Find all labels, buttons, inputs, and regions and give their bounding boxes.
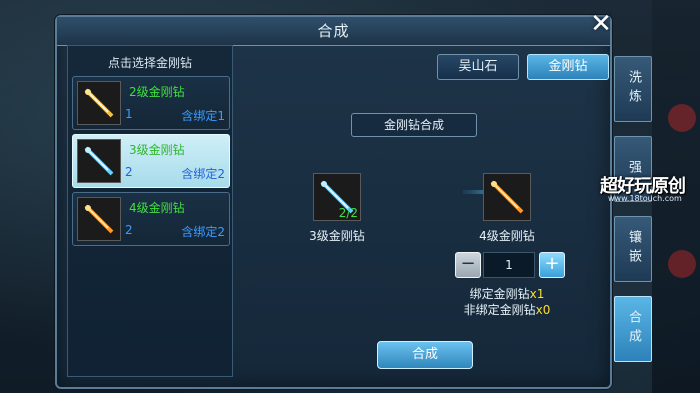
list-item-level4[interactable]: 4级金刚钻 2 含绑定2: [72, 192, 230, 246]
drill-list: 点击选择金刚钻 2级金刚钻 1 含绑定1 3级金刚钻 2 含绑定2 4级金刚钻 …: [67, 45, 233, 377]
target-item-slot[interactable]: [483, 173, 531, 221]
panel-header: 合成 ✕: [57, 11, 612, 46]
list-item-level3[interactable]: 3级金刚钻 2 含绑定2: [72, 134, 230, 188]
item-bound: 含绑定2: [181, 167, 225, 181]
side-tab-hecheng[interactable]: 合成: [614, 296, 652, 362]
item-bound: 含绑定2: [181, 225, 225, 239]
bound-label: 绑定金刚钻: [469, 287, 530, 301]
tab-jingangzuan[interactable]: 金刚钻: [527, 54, 609, 80]
item-count: 2: [125, 223, 133, 237]
bound-info: 绑定金刚钻x1: [437, 285, 577, 302]
game-scene: 洗炼 强 镶嵌 合成 合成 ✕ 点击选择金刚钻 2级金刚钻 1 含绑定1 3级金…: [0, 0, 700, 393]
item-bound: 含绑定1: [181, 109, 225, 123]
side-tab-label: 洗炼: [626, 70, 641, 108]
close-icon[interactable]: ✕: [588, 11, 614, 37]
unbound-label: 非绑定金刚钻: [463, 303, 536, 317]
bound-qty: x1: [529, 287, 545, 301]
list-item-level2[interactable]: 2级金刚钻 1 含绑定1: [72, 76, 230, 130]
drill-icon-orange: [77, 197, 121, 241]
tab-wushanshi[interactable]: 吴山石: [437, 54, 519, 80]
watermark-url: www.18touch.com: [608, 194, 682, 203]
source-count: 2/2: [338, 206, 358, 220]
compose-content: 吴山石 金刚钻 金刚钻合成 2/2 3级金刚钻 4级金刚钻 − 1 + 绑定金刚…: [237, 45, 609, 375]
item-count: 2: [125, 165, 133, 179]
side-tab-xiangqian[interactable]: 镶嵌: [614, 216, 652, 282]
unbound-info: 非绑定金刚钻x0: [437, 301, 577, 318]
plus-icon[interactable]: [668, 104, 696, 132]
minus-icon[interactable]: −: [455, 252, 481, 278]
source-item-slot[interactable]: 2/2: [313, 173, 361, 221]
list-heading: 点击选择金刚钻: [107, 56, 192, 70]
item-count: 1: [125, 107, 133, 121]
drill-icon-gold: [77, 81, 121, 125]
side-tab-label: 合成: [626, 310, 641, 348]
quantity-input[interactable]: 1: [483, 252, 535, 278]
plus-icon[interactable]: [668, 250, 696, 278]
side-tab-xilian[interactable]: 洗炼: [614, 56, 652, 122]
drill-icon-blue: [77, 139, 121, 183]
unbound-qty: x0: [535, 303, 551, 317]
plus-icon[interactable]: +: [539, 252, 565, 278]
section-title: 金刚钻合成: [351, 113, 477, 137]
panel-title: 合成: [317, 22, 350, 40]
item-name: 4级金刚钻: [129, 201, 185, 215]
drill-icon-orange: [490, 180, 524, 214]
item-name: 2级金刚钻: [129, 85, 185, 99]
watermark-logo: 超好玩原创 www.18touch.com: [600, 168, 700, 208]
target-label: 4级金刚钻: [479, 229, 535, 243]
side-tab-label: 镶嵌: [626, 230, 641, 268]
compose-button[interactable]: 合成: [377, 341, 473, 369]
source-label: 3级金刚钻: [309, 229, 365, 243]
compose-panel: 合成 ✕ 点击选择金刚钻 2级金刚钻 1 含绑定1 3级金刚钻 2 含绑定2 4…: [55, 11, 612, 389]
item-name: 3级金刚钻: [129, 143, 185, 157]
